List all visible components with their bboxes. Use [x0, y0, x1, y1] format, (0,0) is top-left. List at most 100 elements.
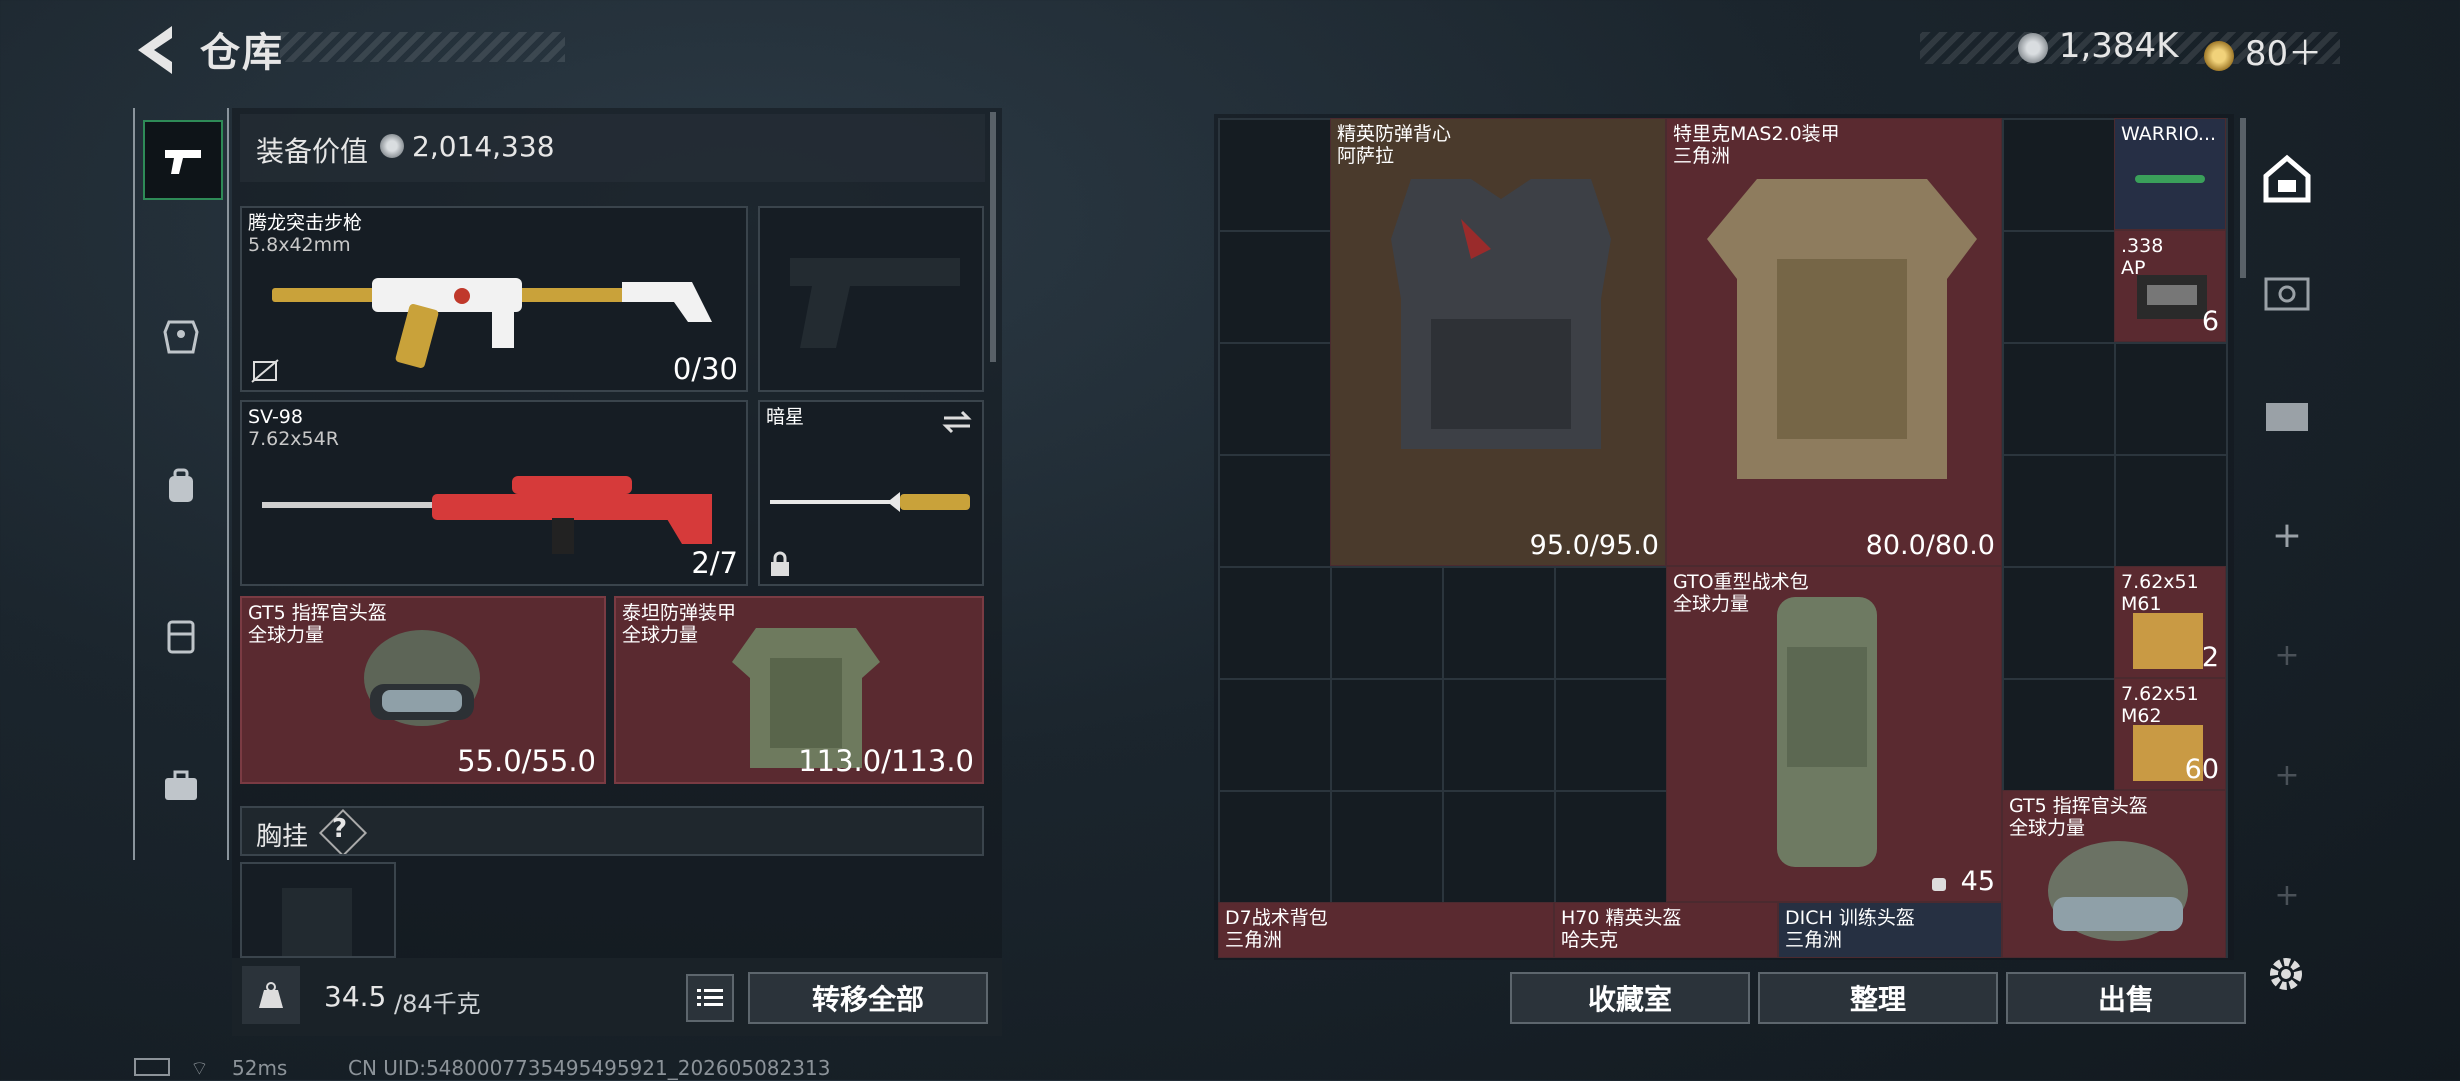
backpack-icon [169, 468, 193, 502]
tab-weapons[interactable] [143, 120, 223, 200]
swap-icon[interactable] [940, 408, 974, 436]
durability: 113.0/113.0 [798, 744, 974, 778]
tab-backpack[interactable] [143, 448, 219, 524]
rig-icon [167, 620, 195, 654]
gold-coin-icon [2204, 40, 2234, 71]
backpack-image [1777, 597, 1877, 867]
list-view-button[interactable] [686, 974, 734, 1022]
scope-image [2135, 175, 2205, 183]
item-name: H70 精英头盔 [1561, 907, 1682, 929]
ammo-count: 0/30 [672, 352, 738, 386]
stash-item[interactable]: WARRIO... [2114, 118, 2226, 230]
item-faction: 三角洲 [1785, 929, 1843, 951]
tab-storage[interactable] [2252, 380, 2322, 450]
item-count: 2 [2201, 642, 2219, 673]
pistol-icon [165, 150, 201, 174]
tab-vault[interactable] [2252, 258, 2322, 328]
loadout-tabs [133, 108, 229, 860]
sell-button[interactable]: 出售 [2006, 972, 2246, 1024]
uid: CN UID:5480007735495495921_202605082313 [348, 1056, 831, 1080]
page-title: 仓库 [200, 30, 284, 76]
add-tab-icon: + [2274, 757, 2300, 793]
weight-current: 34.5 [324, 980, 387, 1013]
stash-item[interactable]: GT5 指挥官头盔 全球力量 [2002, 790, 2226, 958]
stash-item[interactable]: H70 精英头盔 哈夫克 [1554, 902, 1778, 958]
ammo-box-image [2137, 275, 2207, 319]
ammo-count: 2/7 [691, 546, 738, 580]
equipment-value-label: 装备价值 [256, 135, 369, 168]
slot-helmet[interactable]: GT5 指挥官头盔 全球力量 55.0/55.0 [240, 596, 606, 784]
sniper-rifle-image [262, 476, 712, 554]
ping: 52ms [232, 1056, 288, 1080]
armor-name: 泰坦防弹装甲 [622, 602, 737, 624]
stash-scrollbar[interactable] [2240, 118, 2246, 278]
no-magazine-icon [251, 359, 279, 383]
slot-label: 泰坦防弹装甲 全球力量 [622, 602, 736, 646]
item-name: .338 [2121, 235, 2164, 257]
add-tab-icon[interactable]: + [2252, 500, 2322, 570]
stash-item[interactable]: 7.62x51 M62 60 [2114, 678, 2226, 790]
equipment-value-bar: 装备价值 2,014,338 [240, 114, 985, 182]
gear-icon [2270, 958, 2302, 990]
item-name: 7.62x51 [2121, 683, 2199, 705]
loadout-scrollbar[interactable] [990, 112, 996, 362]
silver-currency: 1,384K [2018, 26, 2178, 66]
item-sub: M61 [2121, 593, 2162, 615]
slot-secondary-weapon[interactable]: SV-98 7.62x54R 2/7 [240, 400, 748, 586]
item-name: D7战术背包 [1225, 907, 1328, 929]
item-name: 精英防弹背心 [1337, 123, 1452, 145]
gold-currency[interactable]: 80＋ [2204, 26, 2322, 75]
stash-item[interactable]: .338 AP 6 [2114, 230, 2226, 342]
tab-rig[interactable] [143, 598, 219, 674]
rig-placeholder-icon [282, 888, 352, 956]
tab-armor[interactable] [143, 298, 219, 374]
back-button[interactable] [130, 20, 182, 80]
item-faction: 三角洲 [1225, 929, 1283, 951]
stash-item[interactable]: 7.62x51 M61 2 [2114, 566, 2226, 678]
slot-pistol[interactable] [758, 206, 984, 392]
armor-icon [163, 320, 199, 354]
stash-item[interactable]: GTO重型战术包 全球力量 45 [1666, 566, 2002, 902]
back-arrow-icon [138, 26, 172, 74]
list-icon [697, 989, 723, 1006]
vest-image [1391, 179, 1611, 449]
lock-icon [771, 551, 789, 576]
weight-icon [242, 966, 300, 1024]
slot-melee[interactable]: 暗星 [758, 400, 984, 586]
slot-chest-rig-header[interactable]: 胸挂 ? [240, 806, 984, 856]
equipment-value: 2,014,338 [412, 130, 555, 163]
tab-case[interactable] [143, 748, 219, 824]
item-name: DICH 训练头盔 [1785, 907, 1915, 929]
stash-item[interactable]: 精英防弹背心 阿萨拉 95.0/95.0 [1330, 118, 1666, 566]
slot-body-armor[interactable]: 泰坦防弹装甲 全球力量 113.0/113.0 [614, 596, 984, 784]
armor-image [1707, 179, 1977, 479]
add-tab-icon: + [2274, 877, 2300, 913]
gold-amount: 80＋ [2244, 34, 2323, 74]
stash-item[interactable]: D7战术背包 三角洲 [1218, 902, 1554, 958]
stash-grid: 精英防弹背心 阿萨拉 95.0/95.0 特里克MAS2.0装甲 三角洲 80.0/… [1218, 118, 2228, 958]
item-count: 45 [1960, 866, 1995, 897]
durability: 55.0/55.0 [457, 744, 596, 778]
settings-button[interactable] [2264, 952, 2308, 996]
stash-item[interactable]: 特里克MAS2.0装甲 三角洲 80.0/80.0 [1666, 118, 2002, 566]
ammo-box-image [2133, 613, 2203, 669]
organize-button[interactable]: 整理 [1758, 972, 1998, 1024]
transfer-all-button[interactable]: 转移全部 [748, 972, 988, 1024]
stash-icon [2263, 154, 2311, 203]
knife-image [770, 492, 970, 512]
item-sub: M62 [2121, 705, 2162, 727]
capacity-icon [1932, 878, 1946, 891]
weapon-name: 腾龙突击步枪 [248, 212, 363, 234]
help-icon[interactable]: ? [332, 814, 347, 844]
stash-tabs: + + + + [2252, 116, 2322, 976]
stash-item[interactable]: DICH 训练头盔 三角洲 [1778, 902, 2002, 958]
collection-button[interactable]: 收藏室 [1510, 972, 1750, 1024]
melee-name: 暗星 [766, 406, 805, 428]
vault-icon [2264, 277, 2310, 311]
slot-primary-weapon[interactable]: 腾龙突击步枪 5.8x42mm 0/30 [240, 206, 748, 392]
item-count: 60 [2184, 754, 2219, 785]
weight-max: /84千克 [394, 990, 481, 1018]
tab-stash[interactable] [2252, 142, 2322, 212]
silver-coin-icon [2018, 32, 2048, 63]
chest-rig-slot[interactable] [240, 862, 396, 958]
